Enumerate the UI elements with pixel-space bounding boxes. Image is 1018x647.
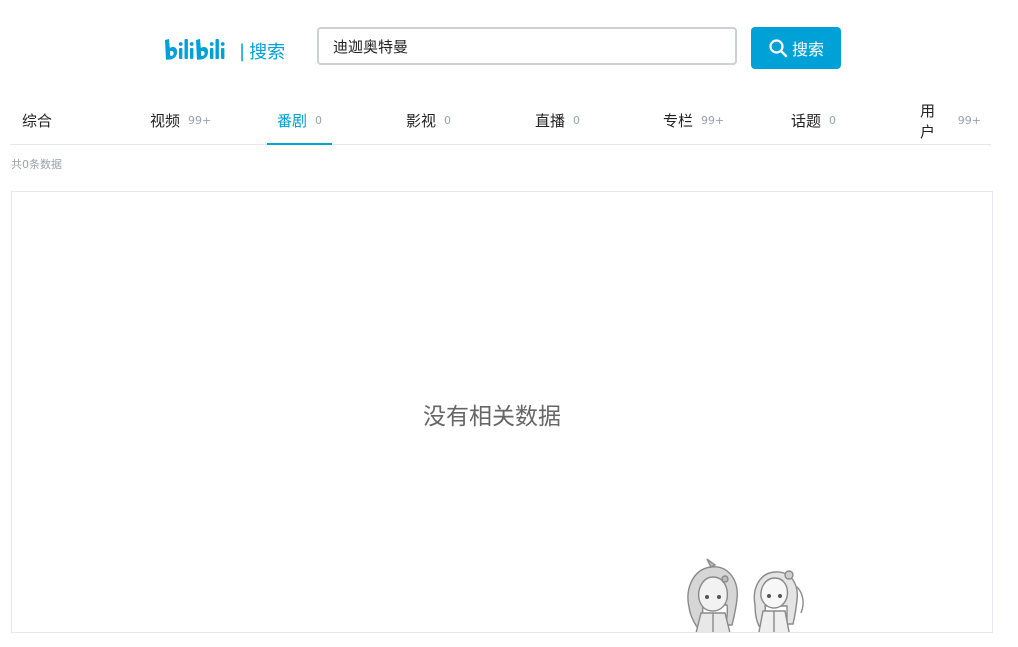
tab-label: 用户 bbox=[920, 101, 936, 141]
tab-user[interactable]: 用户 99+ bbox=[910, 97, 991, 144]
tab-topic[interactable]: 话题 0 bbox=[781, 97, 846, 144]
tab-label: 番剧 bbox=[277, 112, 308, 130]
tab-label: 综合 bbox=[22, 112, 53, 130]
tab-count: 0 bbox=[573, 114, 581, 127]
tab-label: 影视 bbox=[406, 112, 437, 130]
tab-count: 99+ bbox=[957, 114, 981, 127]
search-button-label: 搜索 bbox=[791, 40, 824, 59]
tab-count: 99+ bbox=[701, 114, 725, 127]
tab-label: 话题 bbox=[791, 112, 822, 130]
bilibili-wordmark-logo bbox=[165, 39, 225, 60]
tab-count: 0 bbox=[444, 114, 452, 127]
logo-search-label: 搜索 bbox=[249, 42, 286, 63]
tab-column[interactable]: 专栏 99+ bbox=[653, 97, 734, 144]
tab-film-tv[interactable]: 影视 0 bbox=[396, 97, 461, 144]
search-box bbox=[317, 27, 737, 65]
tab-label: 直播 bbox=[535, 112, 566, 130]
search-input[interactable] bbox=[319, 29, 735, 63]
search-icon bbox=[768, 38, 788, 58]
empty-message: 没有相关数据 bbox=[423, 404, 561, 430]
tab-count: 99+ bbox=[188, 114, 212, 127]
result-count: 共0条数据 bbox=[11, 158, 62, 171]
tab-count: 0 bbox=[829, 114, 837, 127]
tab-all[interactable]: 综合 bbox=[12, 97, 62, 144]
tab-label: 专栏 bbox=[663, 112, 694, 130]
tab-live[interactable]: 直播 0 bbox=[525, 97, 590, 144]
tab-video[interactable]: 视频 99+ bbox=[140, 97, 221, 144]
category-tabs: 综合 视频 99+ 番剧 0 影视 0 直播 0 专栏 99+ 话题 0 用户 … bbox=[10, 97, 991, 145]
search-button[interactable]: 搜索 bbox=[751, 27, 841, 69]
bilibili-logo[interactable]: | 搜索 bbox=[163, 30, 285, 70]
tab-count: 0 bbox=[315, 114, 323, 127]
empty-results-panel: 没有相关数据 bbox=[11, 191, 993, 633]
mascots-illustration bbox=[687, 558, 804, 632]
tab-bangumi[interactable]: 番剧 0 bbox=[267, 97, 333, 145]
logo-separator: | bbox=[239, 40, 246, 62]
tab-label: 视频 bbox=[150, 112, 181, 130]
